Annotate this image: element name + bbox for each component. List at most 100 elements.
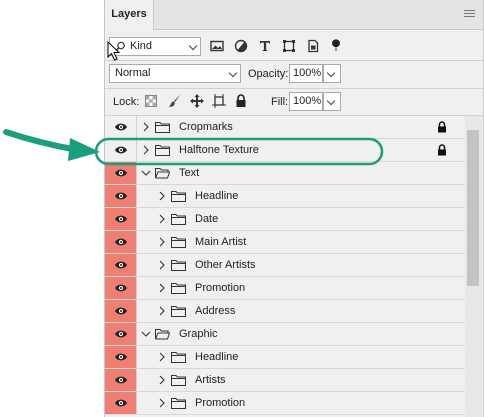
folder-icon [171,237,186,248]
eye-icon [115,330,127,338]
lock-all-icon[interactable] [233,93,249,109]
visibility-toggle[interactable] [105,346,137,368]
layer-row[interactable]: Artists [105,369,465,392]
fill-label: Fill: [271,96,289,108]
blend-mode-select[interactable]: Normal [109,64,241,83]
fill-field[interactable]: 100% [289,92,323,111]
layer-name: Text [179,167,200,179]
layer-name: Date [195,213,219,225]
visibility-toggle[interactable] [105,231,137,253]
layer-name: Halftone Texture [179,144,259,156]
eye-icon [115,169,127,177]
opacity-field[interactable]: 100% [289,64,323,83]
type-icon[interactable] [257,38,273,54]
layer-row[interactable]: Main Artist [105,231,465,254]
chevron-down-icon [228,68,238,78]
visibility-toggle[interactable] [105,185,137,207]
visibility-toggle[interactable] [105,116,137,138]
layer-name: Other Artists [195,259,256,271]
chevron-right-icon[interactable] [157,214,167,224]
layer-name: Graphic [179,328,218,340]
layer-row[interactable]: Promotion [105,277,465,300]
chevron-right-icon[interactable] [157,260,167,270]
folder-open-icon [155,329,170,340]
layer-row[interactable]: Other Artists [105,254,465,277]
layer-row[interactable]: Headline [105,346,465,369]
lock-transparent-icon[interactable] [143,93,159,109]
folder-icon [171,352,186,363]
chevron-down-icon[interactable] [141,168,151,178]
opacity-value: 100% [293,67,322,79]
layer-row[interactable]: Date [105,208,465,231]
folder-icon [171,375,186,386]
folder-icon [171,283,186,294]
eye-icon [115,261,127,269]
layer-row[interactable]: Headline [105,185,465,208]
lock-label: Lock: [113,96,140,108]
lock-icon [438,144,446,156]
chevron-right-icon[interactable] [141,145,151,155]
chevron-down-icon[interactable] [141,329,151,339]
layer-name: Headline [195,190,239,202]
shape-icon[interactable] [281,38,297,54]
layer-row[interactable]: Text [105,162,465,185]
lock-position-icon[interactable] [189,93,205,109]
visibility-toggle[interactable] [105,392,137,414]
eye-icon [115,123,127,131]
filter-toggle-icon[interactable] [329,36,343,54]
eye-icon [115,215,127,223]
lock-image-icon[interactable] [167,93,183,109]
chevron-right-icon[interactable] [157,398,167,408]
visibility-toggle[interactable] [105,369,137,391]
visibility-toggle[interactable] [105,254,137,276]
visibility-toggle[interactable] [105,139,137,161]
chevron-right-icon[interactable] [157,352,167,362]
adjustment-icon[interactable] [233,38,249,54]
folder-icon [171,214,186,225]
chevron-right-icon[interactable] [141,122,151,132]
folder-open-icon [155,168,170,179]
layer-row[interactable]: Address [105,300,465,323]
chevron-right-icon[interactable] [157,375,167,385]
visibility-toggle[interactable] [105,300,137,322]
layers-panel: Layers Kind Normal Opacity: 100% Lock: F… [104,0,484,417]
layer-name: Headline [195,351,239,363]
eye-icon [115,353,127,361]
smart-object-icon[interactable] [305,38,321,54]
fill-dropdown-button[interactable] [323,92,341,111]
panel-tab-bar: Layers [105,0,483,30]
layer-row[interactable]: Halftone Texture [105,139,465,162]
chevron-down-icon [326,96,336,106]
eye-icon [115,376,127,384]
tab-layers[interactable]: Layers [105,0,154,30]
layer-row[interactable]: Promotion [105,392,465,415]
chevron-down-icon [188,41,198,51]
divider [105,60,483,61]
divider [105,88,483,89]
layer-row[interactable]: Cropmarks [105,116,465,139]
eye-icon [115,192,127,200]
chevron-right-icon[interactable] [157,306,167,316]
folder-icon [155,145,170,156]
blend-mode-value: Normal [115,67,151,79]
eye-icon [115,238,127,246]
chevron-right-icon[interactable] [157,237,167,247]
visibility-toggle[interactable] [105,277,137,299]
hamburger-icon[interactable] [464,10,475,18]
layer-name: Main Artist [195,236,247,248]
visibility-toggle[interactable] [105,208,137,230]
lock-artboard-icon[interactable] [211,93,227,109]
layer-row[interactable]: Graphic [105,323,465,346]
chevron-right-icon[interactable] [157,191,167,201]
chevron-right-icon[interactable] [157,283,167,293]
layer-name: Promotion [195,282,246,294]
layer-name: Artists [195,374,226,386]
opacity-dropdown-button[interactable] [323,64,341,83]
visibility-toggle[interactable] [105,323,137,345]
scrollbar-thumb[interactable] [467,130,479,286]
eye-icon [115,146,127,154]
mouse-cursor-icon [107,41,121,61]
visibility-toggle[interactable] [105,162,137,184]
folder-icon [171,306,186,317]
image-icon[interactable] [209,38,225,54]
